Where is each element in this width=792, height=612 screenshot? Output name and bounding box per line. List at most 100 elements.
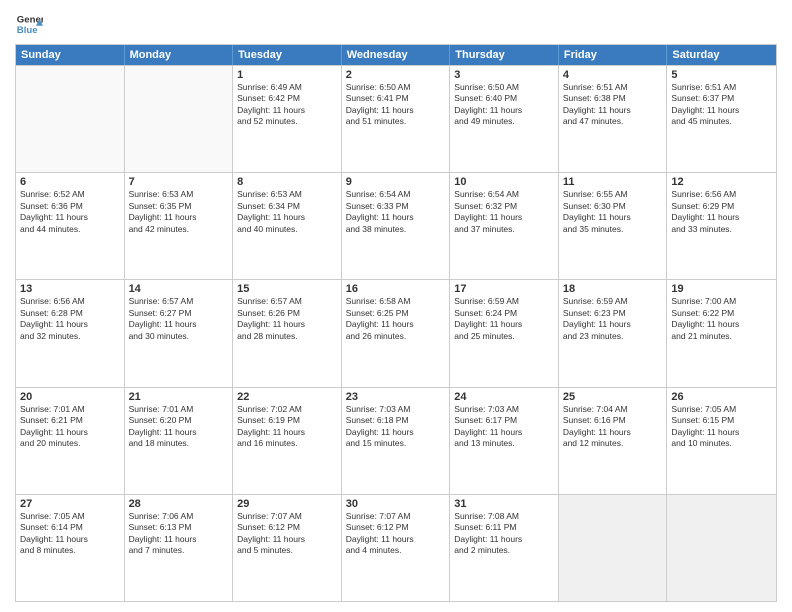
calendar-cell: 15Sunrise: 6:57 AMSunset: 6:26 PMDayligh… [233, 280, 342, 386]
cell-info-line: and 33 minutes. [671, 224, 772, 235]
cell-info-line: Sunset: 6:34 PM [237, 201, 337, 212]
cell-info-line: Daylight: 11 hours [346, 319, 446, 330]
cell-info-line: Sunset: 6:27 PM [129, 308, 229, 319]
calendar-cell: 25Sunrise: 7:04 AMSunset: 6:16 PMDayligh… [559, 388, 668, 494]
calendar-week-row: 6Sunrise: 6:52 AMSunset: 6:36 PMDaylight… [16, 172, 776, 279]
day-number: 8 [237, 176, 337, 188]
cell-info-line: Daylight: 11 hours [20, 319, 120, 330]
calendar-cell [16, 66, 125, 172]
calendar-header-cell: Tuesday [233, 45, 342, 65]
day-number: 13 [20, 283, 120, 295]
cell-info-line: Sunrise: 6:56 AM [20, 296, 120, 307]
cell-info-line: and 51 minutes. [346, 116, 446, 127]
cell-info-line: Sunrise: 6:50 AM [346, 82, 446, 93]
cell-info-line: and 4 minutes. [346, 545, 446, 556]
cell-info-line: Sunset: 6:23 PM [563, 308, 663, 319]
day-number: 18 [563, 283, 663, 295]
cell-info-line: Sunrise: 7:00 AM [671, 296, 772, 307]
cell-info-line: and 7 minutes. [129, 545, 229, 556]
cell-info-line: Sunset: 6:20 PM [129, 415, 229, 426]
cell-info-line: Sunrise: 7:07 AM [237, 511, 337, 522]
cell-info-line: and 20 minutes. [20, 438, 120, 449]
cell-info-line: Sunrise: 7:05 AM [20, 511, 120, 522]
cell-info-line: Daylight: 11 hours [346, 212, 446, 223]
calendar-cell: 24Sunrise: 7:03 AMSunset: 6:17 PMDayligh… [450, 388, 559, 494]
cell-info-line: Sunset: 6:12 PM [237, 522, 337, 533]
cell-info-line: Daylight: 11 hours [237, 427, 337, 438]
cell-info-line: and 2 minutes. [454, 545, 554, 556]
cell-info-line: Sunset: 6:41 PM [346, 93, 446, 104]
cell-info-line: Daylight: 11 hours [237, 534, 337, 545]
calendar-cell: 26Sunrise: 7:05 AMSunset: 6:15 PMDayligh… [667, 388, 776, 494]
cell-info-line: Sunrise: 6:51 AM [671, 82, 772, 93]
cell-info-line: Daylight: 11 hours [454, 534, 554, 545]
calendar-cell: 31Sunrise: 7:08 AMSunset: 6:11 PMDayligh… [450, 495, 559, 601]
cell-info-line: Daylight: 11 hours [671, 105, 772, 116]
calendar-cell: 11Sunrise: 6:55 AMSunset: 6:30 PMDayligh… [559, 173, 668, 279]
calendar-cell: 8Sunrise: 6:53 AMSunset: 6:34 PMDaylight… [233, 173, 342, 279]
cell-info-line: and 23 minutes. [563, 331, 663, 342]
calendar-cell: 22Sunrise: 7:02 AMSunset: 6:19 PMDayligh… [233, 388, 342, 494]
cell-info-line: and 44 minutes. [20, 224, 120, 235]
cell-info-line: and 42 minutes. [129, 224, 229, 235]
calendar-cell: 29Sunrise: 7:07 AMSunset: 6:12 PMDayligh… [233, 495, 342, 601]
cell-info-line: and 18 minutes. [129, 438, 229, 449]
cell-info-line: Daylight: 11 hours [237, 212, 337, 223]
day-number: 14 [129, 283, 229, 295]
calendar-cell: 7Sunrise: 6:53 AMSunset: 6:35 PMDaylight… [125, 173, 234, 279]
calendar: SundayMondayTuesdayWednesdayThursdayFrid… [15, 44, 777, 602]
cell-info-line: Sunset: 6:28 PM [20, 308, 120, 319]
calendar-cell: 13Sunrise: 6:56 AMSunset: 6:28 PMDayligh… [16, 280, 125, 386]
calendar-cell: 27Sunrise: 7:05 AMSunset: 6:14 PMDayligh… [16, 495, 125, 601]
cell-info-line: Daylight: 11 hours [237, 105, 337, 116]
day-number: 2 [346, 69, 446, 81]
cell-info-line: and 25 minutes. [454, 331, 554, 342]
calendar-week-row: 1Sunrise: 6:49 AMSunset: 6:42 PMDaylight… [16, 65, 776, 172]
cell-info-line: and 47 minutes. [563, 116, 663, 127]
cell-info-line: and 52 minutes. [237, 116, 337, 127]
calendar-cell: 21Sunrise: 7:01 AMSunset: 6:20 PMDayligh… [125, 388, 234, 494]
calendar-cell: 12Sunrise: 6:56 AMSunset: 6:29 PMDayligh… [667, 173, 776, 279]
svg-text:Blue: Blue [17, 25, 38, 36]
cell-info-line: Sunrise: 6:59 AM [563, 296, 663, 307]
calendar-header-cell: Saturday [667, 45, 776, 65]
cell-info-line: Sunset: 6:40 PM [454, 93, 554, 104]
cell-info-line: and 21 minutes. [671, 331, 772, 342]
day-number: 28 [129, 498, 229, 510]
day-number: 19 [671, 283, 772, 295]
cell-info-line: and 26 minutes. [346, 331, 446, 342]
cell-info-line: Sunset: 6:32 PM [454, 201, 554, 212]
cell-info-line: Daylight: 11 hours [671, 212, 772, 223]
cell-info-line: Daylight: 11 hours [346, 427, 446, 438]
cell-info-line: Sunset: 6:24 PM [454, 308, 554, 319]
cell-info-line: Daylight: 11 hours [129, 319, 229, 330]
calendar-cell: 4Sunrise: 6:51 AMSunset: 6:38 PMDaylight… [559, 66, 668, 172]
cell-info-line: Sunrise: 7:01 AM [129, 404, 229, 415]
cell-info-line: Sunrise: 6:50 AM [454, 82, 554, 93]
cell-info-line: Sunrise: 6:57 AM [129, 296, 229, 307]
day-number: 24 [454, 391, 554, 403]
cell-info-line: Sunset: 6:26 PM [237, 308, 337, 319]
logo-icon: General Blue [15, 10, 43, 38]
cell-info-line: Sunrise: 6:56 AM [671, 189, 772, 200]
cell-info-line: Sunset: 6:21 PM [20, 415, 120, 426]
calendar-cell: 28Sunrise: 7:06 AMSunset: 6:13 PMDayligh… [125, 495, 234, 601]
cell-info-line: and 45 minutes. [671, 116, 772, 127]
cell-info-line: Sunset: 6:11 PM [454, 522, 554, 533]
cell-info-line: Daylight: 11 hours [671, 427, 772, 438]
cell-info-line: Sunrise: 6:49 AM [237, 82, 337, 93]
cell-info-line: Sunrise: 6:51 AM [563, 82, 663, 93]
cell-info-line: Sunset: 6:17 PM [454, 415, 554, 426]
cell-info-line: Sunrise: 6:55 AM [563, 189, 663, 200]
cell-info-line: and 12 minutes. [563, 438, 663, 449]
cell-info-line: Sunset: 6:37 PM [671, 93, 772, 104]
cell-info-line: Sunset: 6:35 PM [129, 201, 229, 212]
day-number: 10 [454, 176, 554, 188]
cell-info-line: Sunset: 6:33 PM [346, 201, 446, 212]
cell-info-line: Sunrise: 6:59 AM [454, 296, 554, 307]
calendar-cell: 10Sunrise: 6:54 AMSunset: 6:32 PMDayligh… [450, 173, 559, 279]
cell-info-line: and 32 minutes. [20, 331, 120, 342]
cell-info-line: Sunset: 6:36 PM [20, 201, 120, 212]
cell-info-line: Daylight: 11 hours [346, 534, 446, 545]
cell-info-line: Daylight: 11 hours [129, 427, 229, 438]
